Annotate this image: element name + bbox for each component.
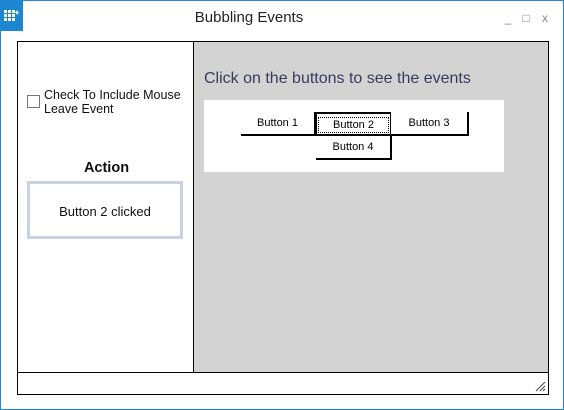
instructions-text: Click on the buttons to see the events [204, 70, 471, 87]
action-display: Button 2 clicked [27, 181, 183, 239]
action-heading: Action [83, 160, 130, 176]
button-panel: Button 1 Button 2 Button 3 Button 4 [204, 100, 504, 172]
action-text: Button 2 clicked [59, 204, 151, 219]
close-button[interactable]: x [538, 11, 552, 25]
title-bar[interactable]: Bubbling Events _ □ x [1, 1, 563, 33]
button-4[interactable]: Button 4 [316, 136, 392, 160]
button-1[interactable]: Button 1 [241, 112, 316, 136]
button-3[interactable]: Button 3 [391, 112, 469, 136]
status-bar [17, 372, 549, 395]
right-pane: Click on the buttons to see the events B… [193, 41, 549, 373]
maximize-button[interactable]: □ [519, 11, 533, 25]
resize-grip-icon[interactable] [534, 380, 546, 392]
left-pane: Check To Include Mouse Leave Event Actio… [17, 41, 194, 373]
app-window: Bubbling Events _ □ x Check To Include M… [0, 0, 564, 410]
minimize-button[interactable]: _ [501, 11, 515, 25]
mouse-leave-checkbox[interactable] [27, 95, 40, 108]
mouse-leave-checkbox-label[interactable]: Check To Include Mouse Leave Event [44, 88, 194, 116]
button-2-label: Button 2 [318, 117, 389, 133]
window-title: Bubbling Events [194, 9, 304, 26]
button-2[interactable]: Button 2 [315, 112, 392, 136]
